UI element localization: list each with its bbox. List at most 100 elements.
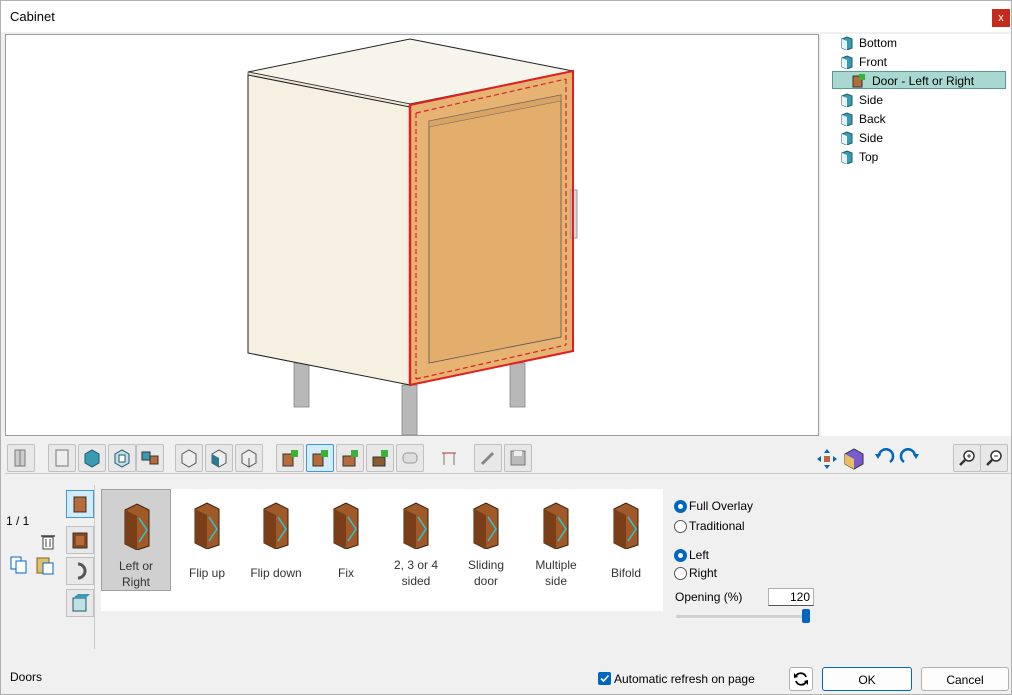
tree-item[interactable]: Door - Left or Right <box>832 71 1006 89</box>
panel-icon <box>841 150 853 164</box>
add-door-left-right-button[interactable] <box>306 444 334 472</box>
refresh-button[interactable] <box>789 667 813 691</box>
undo-icon <box>875 448 895 464</box>
box-button[interactable] <box>78 444 106 472</box>
door-type-label: Left or <box>118 559 154 573</box>
fit-view-button[interactable] <box>812 444 840 472</box>
opening-label: Opening (%) <box>675 590 743 604</box>
door-type-label: Bifold <box>610 566 642 580</box>
tree-item-label: Back <box>859 112 886 126</box>
status-text: Doors <box>10 670 43 684</box>
door-type-flip-up[interactable]: Flip up <box>172 489 242 591</box>
door-panel-button[interactable] <box>66 526 94 554</box>
door-type-panel: Left or Right Flip up Flip down Fix 2, 3 or 4… <box>101 489 663 611</box>
rack-button[interactable] <box>396 444 424 472</box>
door-flip-up-icon <box>194 502 220 549</box>
copy-button[interactable] <box>5 551 33 579</box>
dimension-button[interactable] <box>435 444 463 472</box>
door-flip-down-icon <box>263 502 289 549</box>
add-accessory-icon <box>372 450 388 467</box>
drawer-button[interactable] <box>136 444 164 472</box>
door-type-bifold[interactable]: Bifold <box>591 489 661 591</box>
cabinet-preview-image <box>247 38 578 436</box>
door-multiple-side-icon <box>543 502 569 549</box>
paste-button[interactable] <box>31 551 59 579</box>
divider-button[interactable] <box>205 444 233 472</box>
panel-button[interactable] <box>48 444 76 472</box>
back-panel-button[interactable] <box>235 444 263 472</box>
opening-slider-thumb[interactable] <box>801 609 810 623</box>
paste-icon <box>36 557 54 575</box>
opening-slider-track[interactable] <box>676 615 810 618</box>
door-bifold-icon <box>613 502 639 549</box>
door-type-multiple-side[interactable]: Multiple side <box>521 489 591 591</box>
door-type-label: door <box>473 574 499 588</box>
add-door-icon <box>312 450 328 467</box>
add-drawer-button[interactable] <box>336 444 364 472</box>
zoom-out-button[interactable] <box>980 444 1008 472</box>
cancel-button[interactable]: Cancel <box>921 667 1009 691</box>
refresh-icon <box>794 672 808 686</box>
add-door-button[interactable] <box>276 444 304 472</box>
tree-item-label: Top <box>859 150 879 164</box>
tree-item-label: Front <box>859 55 888 69</box>
door-type-multi-sided[interactable]: 2, 3 or 4 sided <box>381 489 451 591</box>
frame-icon <box>114 449 130 468</box>
door-sliding-door-icon <box>473 502 499 549</box>
door-icon <box>852 74 865 88</box>
rack-icon <box>402 452 418 464</box>
cabinet-view-button[interactable] <box>7 444 35 472</box>
glass-door-icon <box>72 594 90 612</box>
add-door-icon <box>282 450 298 467</box>
door-type-label: Right <box>121 575 150 589</box>
page-counter: 1 / 1 <box>6 514 30 528</box>
save-icon <box>510 450 526 466</box>
tree-item-label: Door - Left or Right <box>872 74 975 88</box>
cabinet-3d-viewport[interactable] <box>5 34 819 436</box>
door-multi-sided-icon <box>403 502 429 549</box>
cube-icon <box>844 448 864 470</box>
close-button[interactable]: x <box>992 9 1010 27</box>
full-overlay-radio-circle <box>674 500 687 513</box>
frame-button[interactable] <box>108 444 136 472</box>
zoom-in-button[interactable] <box>953 444 981 472</box>
hinge-left-radio-circle <box>674 549 687 562</box>
door-type-label: Fix <box>338 566 354 580</box>
tree-item-label: Side <box>859 93 884 107</box>
door-category-button[interactable] <box>66 490 94 518</box>
hinge-right-radio-circle <box>674 567 687 580</box>
copy-icon <box>10 556 27 574</box>
tree-item-label: Bottom <box>859 36 898 50</box>
door-type-flip-down[interactable]: Flip down <box>241 489 311 591</box>
edit-button[interactable] <box>474 444 502 472</box>
add-accessory-button[interactable] <box>366 444 394 472</box>
hinge-button[interactable] <box>66 557 94 585</box>
door-type-fix[interactable]: Fix <box>311 489 381 591</box>
divider-icon <box>211 449 227 468</box>
door-type-sliding-door[interactable]: Sliding door <box>451 489 521 591</box>
door-type-label: Flip up <box>188 566 226 580</box>
opening-input[interactable] <box>768 588 814 606</box>
window-title: Cabinet <box>10 9 55 24</box>
panel-icon <box>841 112 853 126</box>
3d-view-button[interactable] <box>839 444 867 472</box>
back-panel-icon <box>241 449 257 468</box>
door-type-label: Sliding <box>467 558 505 572</box>
door-type-left-or-right[interactable]: Left or Right <box>101 489 171 591</box>
box-icon <box>84 449 100 468</box>
redo-icon <box>899 448 919 464</box>
trash-icon <box>41 535 55 550</box>
ok-button[interactable]: OK <box>822 667 912 691</box>
glass-door-button[interactable] <box>66 589 94 617</box>
shelf-button[interactable] <box>175 444 203 472</box>
undo-button[interactable] <box>869 444 897 472</box>
redo-button[interactable] <box>895 444 923 472</box>
door-type-label: side <box>544 574 567 588</box>
save-button[interactable] <box>504 444 532 472</box>
zoom-out-icon <box>986 450 1002 466</box>
door-fix-icon <box>333 502 359 549</box>
door-type-label: 2, 3 or 4 <box>393 558 439 572</box>
zoom-in-icon <box>959 450 975 466</box>
checkbox-box <box>598 672 611 685</box>
main-toolbar <box>5 442 1011 474</box>
